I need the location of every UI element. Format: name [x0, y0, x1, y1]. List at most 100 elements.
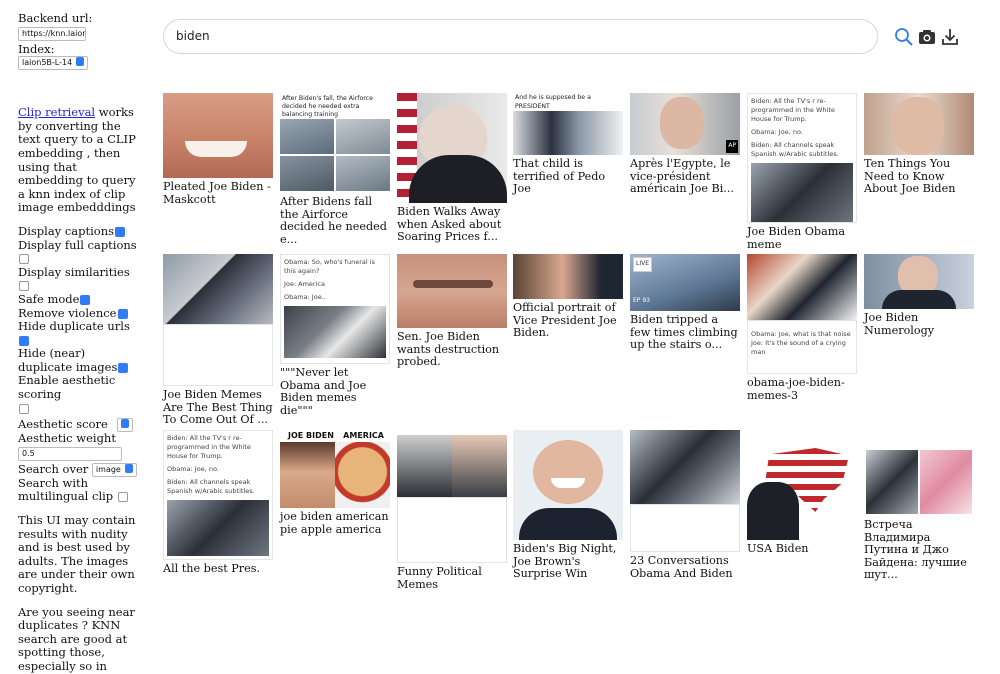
- result-caption: USA Biden: [747, 542, 809, 555]
- result-image[interactable]: [513, 254, 623, 299]
- backend-url-label: Backend url:: [18, 11, 93, 25]
- result-caption: joe biden american pie apple america: [280, 510, 389, 536]
- result-image[interactable]: JOE BIDEN AMERICA: [280, 430, 390, 508]
- option-safe-mode[interactable]: Safe mode: [18, 292, 140, 307]
- meme-text: After Biden's fall, the Airforce decided…: [280, 93, 390, 119]
- meme-line: Biden: All channels speak Spanish w/Arab…: [751, 141, 839, 158]
- option-label: Display full captions: [18, 237, 137, 252]
- multilingual-checkbox[interactable]: [117, 492, 128, 503]
- meme-line: Biden: All the TV's r re-programmed in t…: [751, 97, 835, 123]
- option-remove-violence[interactable]: Remove violence: [18, 306, 140, 321]
- search-icon[interactable]: [894, 27, 914, 47]
- result-image[interactable]: [163, 93, 273, 178]
- result-card[interactable]: Biden's Big Night, Joe Brown's Surprise …: [513, 430, 623, 581]
- meme-line: Joe: It's the sound of a crying man: [751, 339, 846, 356]
- result-image[interactable]: Biden: All the TV's r re-programmed in t…: [747, 93, 857, 223]
- aesthetic-score-select[interactable]: [117, 418, 134, 433]
- meme-line: Obama: Joe, no.: [167, 465, 219, 473]
- meme-line: Obama: So, who's funeral is this again?: [284, 258, 375, 275]
- result-caption: After Bidens fall the Airforce decided h…: [280, 195, 387, 246]
- result-card[interactable]: Biden: All the TV's r re-programmed in t…: [747, 93, 857, 251]
- result-image[interactable]: Biden: All the TV's r re-programmed in t…: [163, 430, 273, 560]
- aesthetic-weight-input[interactable]: 0.5: [18, 446, 122, 461]
- safe-mode-checkbox[interactable]: [80, 294, 91, 305]
- result-card[interactable]: 23 Conversations Obama And Biden: [630, 430, 740, 580]
- result-caption: Joe Biden Obama meme: [747, 225, 846, 251]
- option-hide-duplicate-urls[interactable]: Hide duplicate urls: [18, 319, 140, 347]
- result-image[interactable]: [163, 254, 273, 386]
- result-image[interactable]: AP: [630, 93, 740, 155]
- result-caption: Ten Things You Need to Know About Joe Bi…: [864, 157, 956, 196]
- result-card[interactable]: USA Biden: [747, 430, 857, 556]
- index-select[interactable]: laion5B-L-14: [18, 56, 89, 71]
- result-card[interactable]: LIVE EP 93 Biden tripped a few times cli…: [630, 254, 740, 352]
- result-image[interactable]: [397, 435, 507, 563]
- result-image[interactable]: [397, 254, 507, 328]
- tweet-snippet: Obama: Joe, what is that noise Joe: It's…: [747, 320, 857, 374]
- result-card[interactable]: Biden Walks Away when Asked about Soarin…: [397, 93, 507, 244]
- camera-icon[interactable]: [917, 27, 937, 47]
- meme-text: And he is supposed be a PRESIDENT: [515, 94, 591, 110]
- clip-retrieval-link[interactable]: Clip retrieval: [18, 105, 95, 119]
- option-hide-near-duplicates[interactable]: Hide (near) duplicate images: [18, 347, 140, 374]
- result-image[interactable]: [630, 430, 740, 552]
- result-image[interactable]: [513, 430, 623, 540]
- enable-aesthetic-checkbox[interactable]: [19, 403, 29, 414]
- option-label: Display captions: [18, 223, 115, 238]
- result-card[interactable]: And he is supposed be a PRESIDENT That c…: [513, 93, 623, 196]
- hide-near-duplicates-checkbox[interactable]: [118, 362, 129, 373]
- tweet-snippet: [397, 497, 507, 563]
- meme-line: Obama: Joe..: [284, 293, 326, 301]
- result-image[interactable]: After Biden's fall, the Airforce decided…: [280, 93, 390, 193]
- duplicates-note: Are you seeing near duplicates ? KNN sea…: [18, 604, 135, 673]
- meme-line: Biden: All the TV's r re-programmed in t…: [167, 434, 251, 460]
- option-enable-aesthetic[interactable]: Enable aesthetic scoring: [18, 374, 140, 415]
- result-card[interactable]: Obama: So, who's funeral is this again? …: [280, 254, 390, 417]
- result-caption: Pleated Joe Biden - Maskcott: [163, 180, 271, 206]
- display-similarities-checkbox[interactable]: [19, 281, 29, 292]
- search-input[interactable]: biden: [163, 19, 878, 54]
- result-image[interactable]: Obama: Joe, what is that noise Joe: It's…: [747, 254, 857, 374]
- result-image[interactable]: [864, 93, 974, 155]
- search-over-row: Search over image: [18, 462, 140, 477]
- result-image[interactable]: And he is supposed be a PRESIDENT: [513, 93, 623, 155]
- download-icon[interactable]: [940, 27, 960, 47]
- result-card[interactable]: Встреча Владимира Путина и Джо Байдена: …: [864, 430, 974, 582]
- result-card[interactable]: After Biden's fall, the Airforce decided…: [280, 93, 390, 246]
- result-caption: Встреча Владимира Путина и Джо Байдена: …: [864, 518, 967, 582]
- hide-duplicate-urls-checkbox[interactable]: [19, 335, 29, 346]
- result-card[interactable]: Obama: Joe, what is that noise Joe: It's…: [747, 254, 857, 402]
- result-card[interactable]: Joe Biden Memes Are The Best Thing To Co…: [163, 254, 273, 427]
- display-captions-checkbox[interactable]: [115, 226, 126, 237]
- result-card[interactable]: Pleated Joe Biden - Maskcott: [163, 93, 273, 206]
- sign-right: AMERICA: [343, 431, 384, 440]
- result-image[interactable]: [747, 430, 857, 540]
- meme-line: Obama: Joe, no.: [751, 128, 803, 136]
- result-card[interactable]: Ten Things You Need to Know About Joe Bi…: [864, 93, 974, 196]
- result-card[interactable]: JOE BIDEN AMERICA joe biden american pie…: [280, 430, 390, 536]
- result-image[interactable]: LIVE EP 93: [630, 254, 740, 311]
- result-caption: Joe Biden Memes Are The Best Thing To Co…: [163, 388, 273, 427]
- option-display-captions[interactable]: Display captions: [18, 223, 140, 239]
- result-image[interactable]: Obama: So, who's funeral is this again? …: [280, 254, 390, 364]
- option-display-similarities[interactable]: Display similarities: [18, 265, 140, 293]
- result-card[interactable]: Funny Political Memes: [397, 435, 507, 591]
- sign-left: JOE BIDEN: [288, 431, 334, 440]
- result-card[interactable]: Joe Biden Numerology: [864, 254, 974, 337]
- display-full-captions-checkbox[interactable]: [19, 254, 29, 265]
- option-display-full-captions[interactable]: Display full captions: [18, 237, 140, 266]
- result-card[interactable]: Official portrait of Vice President Joe …: [513, 254, 623, 340]
- option-multilingual[interactable]: Search with multilingual clip: [18, 476, 140, 504]
- search-over-select[interactable]: image: [91, 462, 137, 477]
- result-image[interactable]: [864, 254, 974, 309]
- result-card[interactable]: Biden: All the TV's r re-programmed in t…: [163, 430, 273, 576]
- result-card[interactable]: Sen. Joe Biden wants destruction probed.: [397, 254, 507, 369]
- result-card[interactable]: AP Après l'Egypte, le vice-président amé…: [630, 93, 740, 196]
- result-caption: Funny Political Memes: [397, 565, 482, 591]
- remove-violence-checkbox[interactable]: [117, 308, 128, 319]
- option-label: Hide (near) duplicate images: [18, 346, 118, 374]
- backend-url-input[interactable]: https://knn.laion: [18, 26, 86, 41]
- meme-line: Biden: All channels speak Spanish w/Arab…: [167, 478, 255, 495]
- result-image[interactable]: [864, 430, 974, 516]
- result-image[interactable]: [397, 93, 507, 203]
